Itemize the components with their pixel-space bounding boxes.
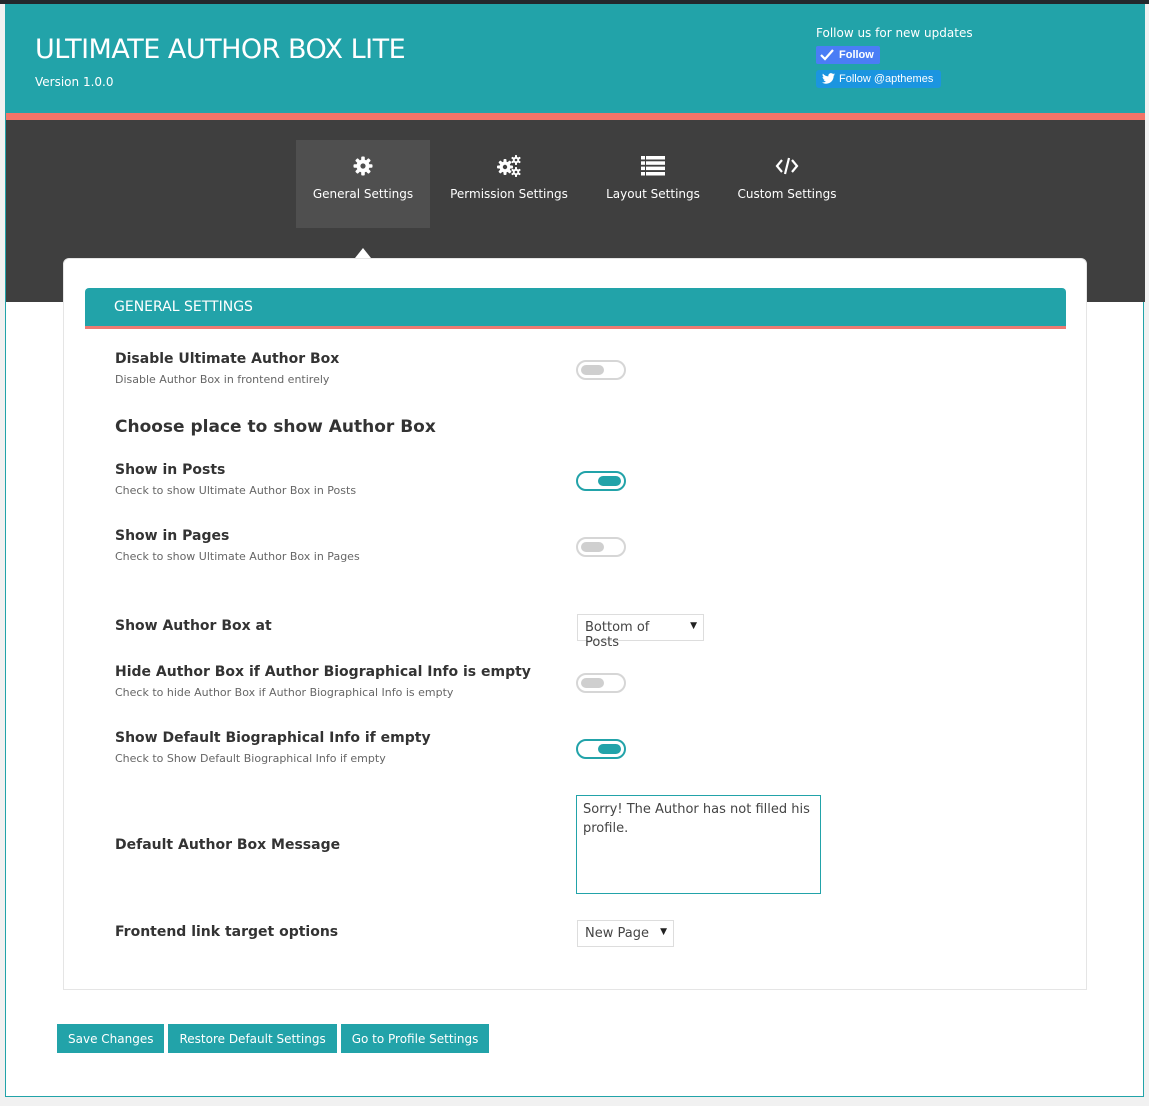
plugin-header: ULTIMATE AUTHOR BOX LITE Version 1.0.0 F… [6,4,1145,113]
toggle-knob [598,744,621,754]
setting-label: Default Author Box Message [115,837,341,853]
setting-description: Check to show Ultimate Author Box in Pag… [115,550,360,563]
setting-description: Check to show Ultimate Author Box in Pos… [115,484,357,497]
general-settings-panel: GENERAL SETTINGS Disable Ultimate Author… [63,258,1087,990]
default-message-textarea[interactable]: Sorry! The Author has not filled his pro… [576,795,821,894]
profile-settings-button[interactable]: Go to Profile Settings [340,1024,490,1053]
gears-icon [496,155,522,177]
follow-button[interactable]: Follow [816,46,880,64]
section-title: GENERAL SETTINGS [114,299,253,315]
tab-layout-settings[interactable]: Layout Settings [588,140,718,228]
tab-label: Layout Settings [606,187,700,201]
setting-description: Disable Author Box in frontend entirely [115,373,330,386]
show-in-posts-toggle[interactable] [576,471,626,491]
check-icon [820,49,834,61]
twitter-icon [822,73,835,84]
follow-box: Follow us for new updates Follow Follow … [816,26,973,88]
show-in-pages-toggle[interactable] [576,537,626,557]
tab-general-settings[interactable]: General Settings [296,140,430,228]
setting-label: Frontend link target options [115,924,339,940]
setting-default-bio: Show Default Biographical Info if empty … [115,730,431,765]
header-accent-bar [6,113,1145,120]
setting-label: Show Author Box at [115,618,272,634]
setting-description: Check to Show Default Biographical Info … [115,752,386,765]
tab-label: Custom Settings [737,187,837,201]
list-icon [641,155,665,177]
tab-permission-settings[interactable]: Permission Settings [430,140,588,228]
place-heading: Choose place to show Author Box [115,417,436,437]
setting-label: Show Default Biographical Info if empty [115,730,431,746]
follow-button-label: Follow [839,49,874,61]
tab-label: Permission Settings [450,187,568,201]
gear-icon [353,155,373,177]
twitter-button-label: Follow @apthemes [839,72,934,85]
form-actions: Save Changes Restore Default Settings Go… [57,1024,490,1053]
setting-show-author-box-at: Show Author Box at [115,618,272,634]
toggle-knob [581,542,604,552]
setting-hide-if-empty: Hide Author Box if Author Biographical I… [115,664,531,699]
setting-show-in-posts: Show in Posts Check to show Ultimate Aut… [115,462,356,497]
dropdown-arrow-icon: ▼ [690,621,697,631]
toggle-knob [581,365,604,375]
code-icon [775,155,799,177]
plugin-settings-wrapper: ULTIMATE AUTHOR BOX LITE Version 1.0.0 F… [5,4,1145,1097]
follow-text: Follow us for new updates [816,26,973,40]
setting-label: Hide Author Box if Author Biographical I… [115,664,531,680]
restore-defaults-button[interactable]: Restore Default Settings [168,1024,337,1053]
toggle-knob [598,476,621,486]
setting-show-in-pages: Show in Pages Check to show Ultimate Aut… [115,528,360,563]
plugin-title: ULTIMATE AUTHOR BOX LITE [35,34,406,65]
setting-label: Show in Pages [115,528,230,544]
setting-label: Show in Posts [115,462,226,478]
select-value: Bottom of Posts [585,620,650,650]
setting-label: Disable Ultimate Author Box [115,351,340,367]
setting-description: Check to hide Author Box if Author Biogr… [115,686,454,699]
twitter-follow-button[interactable]: Follow @apthemes [816,69,942,88]
section-header: GENERAL SETTINGS [85,288,1066,329]
toggle-knob [581,678,604,688]
setting-default-message: Default Author Box Message [115,837,340,853]
save-changes-button[interactable]: Save Changes [57,1024,165,1053]
setting-link-target: Frontend link target options [115,924,338,940]
active-tab-indicator [355,248,371,258]
dropdown-arrow-icon: ▼ [660,927,667,937]
default-bio-toggle[interactable] [576,739,626,759]
link-target-select[interactable]: New Page ▼ [577,920,674,947]
hide-if-empty-toggle[interactable] [576,673,626,693]
settings-tabs: General Settings Permission Settings Lay… [296,140,856,228]
tab-custom-settings[interactable]: Custom Settings [718,140,856,228]
setting-disable-author-box: Disable Ultimate Author Box Disable Auth… [115,351,339,386]
author-box-position-select[interactable]: Bottom of Posts ▼ [577,614,704,650]
tab-label: General Settings [312,187,414,201]
select-value: New Page [585,926,649,941]
plugin-version: Version 1.0.0 [35,75,114,89]
disable-author-box-toggle[interactable] [576,360,626,380]
